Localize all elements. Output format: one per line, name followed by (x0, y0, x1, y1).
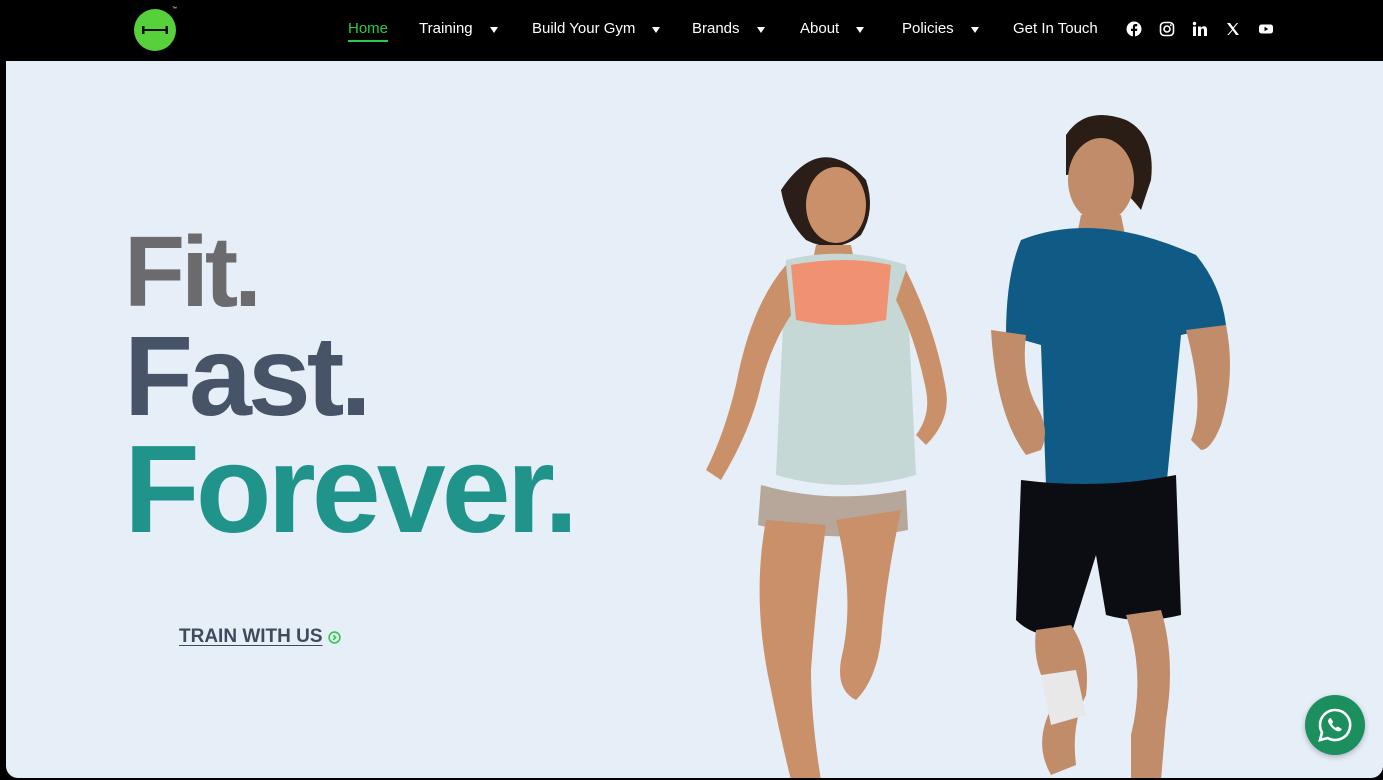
navbar: ™ Home Training Build Your Gym Brands Ab… (6, 0, 1383, 61)
nav-policies[interactable]: Policies (902, 19, 979, 41)
nav-training-label: Training (419, 20, 473, 37)
nav-get-in-touch-label: Get In Touch (1013, 20, 1098, 37)
arrow-circle-right-icon (327, 630, 341, 644)
dumbbell-icon (142, 26, 168, 34)
train-with-us-label: TRAIN WITH US (179, 626, 323, 647)
nav-brands[interactable]: Brands (692, 19, 765, 41)
headline-forever: Forever. (124, 421, 578, 559)
nav-about[interactable]: About (800, 19, 865, 41)
headline-fit: Fit. (124, 216, 262, 328)
caret-down-icon (970, 27, 979, 33)
man-runner-figure (991, 115, 1230, 778)
caret-down-icon (489, 27, 498, 33)
whatsapp-icon (1318, 708, 1352, 742)
trademark-mark: ™ (172, 6, 177, 12)
x-icon[interactable] (1224, 20, 1242, 38)
nav-build-your-gym[interactable]: Build Your Gym (532, 19, 661, 41)
facebook-icon[interactable] (1125, 20, 1143, 38)
train-with-us-link[interactable]: TRAIN WITH US (179, 626, 341, 648)
caret-down-icon (856, 27, 865, 33)
nav-home-label: Home (348, 19, 389, 42)
nav-get-in-touch[interactable]: Get In Touch (1013, 19, 1098, 41)
nav-home[interactable]: Home (348, 19, 389, 42)
linkedin-icon[interactable] (1191, 20, 1209, 38)
instagram-icon[interactable] (1158, 20, 1176, 38)
page: ™ Home Training Build Your Gym Brands Ab… (6, 0, 1383, 778)
nav-training[interactable]: Training (419, 19, 498, 41)
woman-runner-figure (706, 157, 947, 778)
nav-build-your-gym-label: Build Your Gym (532, 20, 636, 37)
nav-policies-label: Policies (902, 20, 954, 37)
logo[interactable] (134, 9, 176, 51)
caret-down-icon (756, 27, 765, 33)
hero-runners-image (706, 115, 1230, 778)
whatsapp-button[interactable] (1305, 695, 1365, 755)
nav-brands-label: Brands (692, 20, 740, 37)
youtube-icon[interactable] (1257, 20, 1275, 38)
nav-about-label: About (800, 20, 840, 37)
headline-fast: Fast. (124, 313, 372, 439)
caret-down-icon (652, 27, 661, 33)
